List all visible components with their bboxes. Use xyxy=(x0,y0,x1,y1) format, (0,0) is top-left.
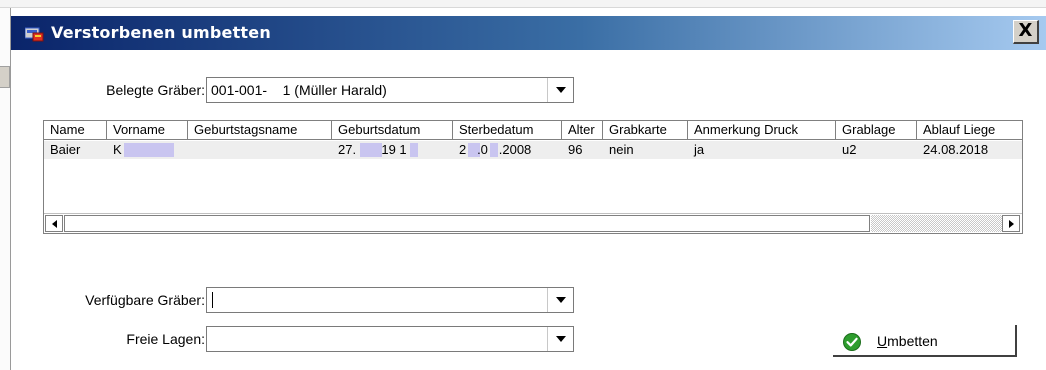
belegte-graeber-label: Belegte Gräber: xyxy=(106,82,205,98)
freie-lagen-label: Freie Lagen: xyxy=(126,331,205,347)
cell-anmerkung-druck: ja xyxy=(694,142,705,157)
column-header-alter[interactable]: Alter xyxy=(562,121,603,140)
column-header-grablage[interactable]: Grablage xyxy=(836,121,917,140)
umbetten-label-rest: mbetten xyxy=(887,333,938,349)
belegte-graeber-value: 001-001- 1 (Müller Harald) xyxy=(211,82,387,98)
graves-table[interactable]: Name Vorname Geburtstagsname Geburtsdatu… xyxy=(43,120,1023,234)
scrollbar-thumb[interactable] xyxy=(64,215,870,232)
verfuegbare-graeber-dropdown-button[interactable] xyxy=(547,288,573,312)
umbetten-button[interactable]: Umbetten xyxy=(833,325,1017,357)
redaction-mask xyxy=(410,143,418,157)
arrow-left-icon xyxy=(51,219,57,228)
column-header-ablauf-liege[interactable]: Ablauf Liege xyxy=(917,121,1022,140)
close-button[interactable]: X xyxy=(1013,20,1039,44)
redaction-mask xyxy=(124,143,174,157)
cell-geburtsdatum: 27. 19 1 xyxy=(338,142,407,157)
cell-name: Baier xyxy=(50,142,81,157)
column-header-geburtsdatum[interactable]: Geburtsdatum xyxy=(332,121,453,140)
table-row[interactable]: Baier K 27. 19 1 2 .0 .2008 96 nein ja u… xyxy=(44,141,1022,159)
verfuegbare-graeber-label: Verfügbare Gräber: xyxy=(85,292,205,308)
text-caret xyxy=(212,292,213,308)
check-circle-icon xyxy=(843,333,861,351)
freie-lagen-select[interactable] xyxy=(206,326,574,352)
horizontal-scrollbar[interactable] xyxy=(44,213,1022,233)
chevron-down-icon xyxy=(555,336,566,342)
cell-grabkarte: nein xyxy=(609,142,634,157)
cell-ablauf-liege: 24.08.2018 xyxy=(923,142,989,157)
verfuegbare-graeber-select[interactable] xyxy=(206,287,574,313)
background-window-control xyxy=(0,66,10,88)
table-header: Name Vorname Geburtstagsname Geburtsdatu… xyxy=(44,121,1022,140)
column-header-sterbedatum[interactable]: Sterbedatum xyxy=(453,121,562,140)
app-window-icon xyxy=(25,27,44,42)
column-header-grabkarte[interactable]: Grabkarte xyxy=(603,121,688,140)
background-window-edge xyxy=(0,8,10,370)
belegte-graeber-dropdown-button[interactable] xyxy=(547,78,573,102)
cell-grablage: u2 xyxy=(842,142,857,157)
cell-vorname: K xyxy=(113,142,122,157)
column-header-geburtstagsname[interactable]: Geburtstagsname xyxy=(188,121,332,140)
scroll-right-button[interactable] xyxy=(1002,215,1020,232)
scroll-left-button[interactable] xyxy=(45,215,63,232)
umbetten-label: Umbetten xyxy=(877,333,938,349)
window-title: Verstorbenen umbetten xyxy=(51,23,271,42)
umbetten-mnemonic: U xyxy=(877,333,888,349)
cell-geburtstagsname xyxy=(188,141,194,159)
column-header-vorname[interactable]: Vorname xyxy=(107,121,188,140)
title-bar[interactable]: Verstorbenen umbetten xyxy=(11,16,1046,50)
cell-sterbedatum: 2 .0 .2008 xyxy=(459,142,532,157)
umbetten-dialog: Verstorbenen umbetten X Belegte Gräber: … xyxy=(10,8,1046,370)
chevron-down-icon xyxy=(555,87,566,93)
freie-lagen-dropdown-button[interactable] xyxy=(547,327,573,351)
background-window-strip xyxy=(0,0,1046,8)
column-header-anmerkung-druck[interactable]: Anmerkung Druck xyxy=(688,121,836,140)
column-header-name[interactable]: Name xyxy=(44,121,107,140)
scrollbar-track[interactable] xyxy=(871,215,1002,232)
chevron-down-icon xyxy=(555,297,566,303)
belegte-graeber-select[interactable]: 001-001- 1 (Müller Harald) xyxy=(206,77,574,103)
cell-alter: 96 xyxy=(568,142,583,157)
arrow-right-icon xyxy=(1008,219,1014,228)
